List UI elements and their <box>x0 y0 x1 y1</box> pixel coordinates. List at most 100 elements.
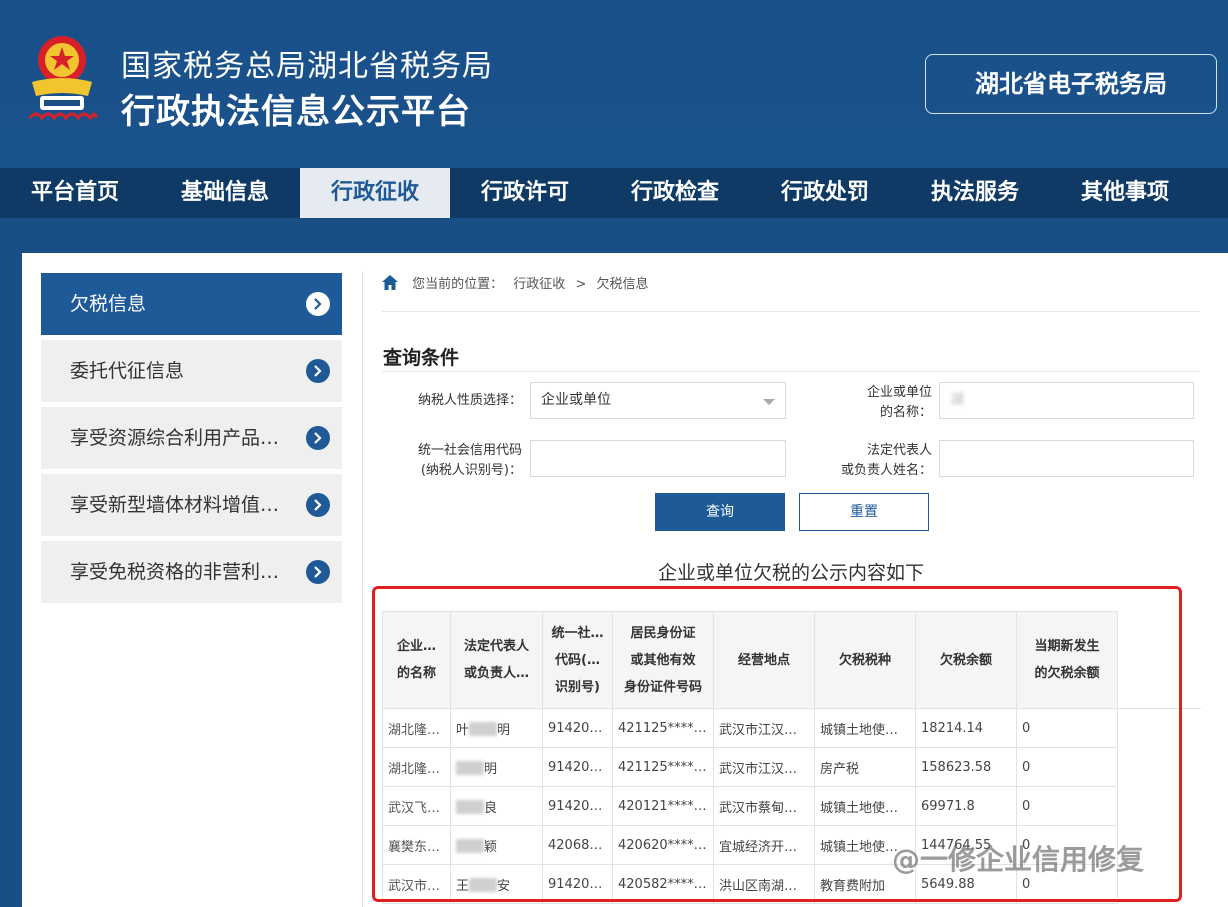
legal-rep-label: 法定代表人 或负责人姓名： <box>802 441 932 481</box>
cell-id-number: 421125****… <box>612 708 714 748</box>
sidebar-item-wall-materials[interactable]: 享受新型墙体材料增值… <box>41 474 342 536</box>
cell-address: 宜城经济开… <box>713 825 815 865</box>
table-row[interactable]: 湖北隆… 明 91420… 421125****… 武汉市江汉… 房产税 158… <box>382 747 1201 787</box>
cell-company-name: 湖北隆… <box>382 747 451 787</box>
nav-item-admin-inspection[interactable]: 行政检查 <box>600 168 750 218</box>
table-row[interactable]: 武汉飞… 良 91420… 420121****… 武汉市蔡甸… 城镇土地使… … <box>382 786 1201 826</box>
cell-company-name: 武汉飞… <box>382 786 451 826</box>
col-header-legal-rep: 法定代表人 或负责人… <box>450 611 543 709</box>
divider <box>382 371 1200 372</box>
company-name-label-line2: 的名称： <box>879 405 932 420</box>
chevron-right-icon <box>306 560 330 584</box>
cell-credit-code: 91420… <box>542 864 613 904</box>
sidebar-item-label: 享受新型墙体材料增值… <box>70 494 280 516</box>
reset-button[interactable]: 重置 <box>799 493 929 531</box>
home-icon[interactable] <box>382 275 398 290</box>
breadcrumb-item-admin-levy[interactable]: 行政征收 <box>513 277 565 292</box>
taxpayer-type-select[interactable]: 企业或单位 <box>530 382 786 419</box>
tax-emblem-icon <box>28 36 98 121</box>
credit-code-label-line1: 统一社会信用代码 <box>417 443 522 458</box>
company-name-label-line1: 企业或单位 <box>866 385 932 400</box>
cell-legal-rep: 良 <box>450 786 543 826</box>
sidebar-item-label: 欠税信息 <box>70 293 147 315</box>
cell-tax-type: 城镇土地使… <box>814 786 916 826</box>
caret-down-icon <box>763 399 775 405</box>
platform-title: 行政执法信息公示平台 <box>121 92 471 132</box>
col-header-tax-type: 欠税税种 <box>814 611 916 709</box>
legal-rep-input[interactable] <box>939 440 1194 477</box>
content-panel: 欠税信息 委托代征信息 享受资源综合利用产品… 享受新型墙体材料增值… 享受免税… <box>22 253 1228 907</box>
cell-arrears-balance: 158623.58 <box>915 747 1017 787</box>
site-header: 国家税务总局湖北省税务局 行政执法信息公示平台 湖北省电子税务局 <box>0 0 1228 168</box>
cell-legal-rep: 明 <box>450 747 543 787</box>
company-name-value: 湖 <box>950 392 964 408</box>
chevron-right-icon <box>306 426 330 450</box>
sidebar-item-label: 享受免税资格的非营利… <box>70 561 280 583</box>
credit-code-label-line2: (纳税人识别号)： <box>420 463 522 478</box>
cell-address: 武汉市蔡甸… <box>713 786 815 826</box>
cell-arrears-balance: 69971.8 <box>915 786 1017 826</box>
credit-code-label: 统一社会信用代码 (纳税人识别号)： <box>382 441 522 481</box>
cell-new-arrears: 0 <box>1016 708 1118 748</box>
nav-item-admin-penalty[interactable]: 行政处罚 <box>750 168 900 218</box>
cell-company-name: 武汉市… <box>382 864 451 904</box>
col-header-business-address: 经营地点 <box>713 611 815 709</box>
chevron-right-icon <box>306 493 330 517</box>
nav-item-enforcement-service[interactable]: 执法服务 <box>900 168 1050 218</box>
legal-rep-label-line2: 或负责人姓名： <box>840 463 932 478</box>
nav-item-admin-license[interactable]: 行政许可 <box>450 168 600 218</box>
chevron-right-icon <box>306 359 330 383</box>
company-name-label: 企业或单位 的名称： <box>802 383 932 423</box>
sidebar-item-tax-arrears[interactable]: 欠税信息 <box>41 273 342 335</box>
nav-item-basic-info[interactable]: 基础信息 <box>150 168 300 218</box>
divider <box>362 271 363 907</box>
cell-id-number: 420620****… <box>612 825 714 865</box>
cell-tax-type: 城镇土地使… <box>814 708 916 748</box>
legal-rep-label-line1: 法定代表人 <box>866 443 932 458</box>
sidebar-item-resource-utilization[interactable]: 享受资源综合利用产品… <box>41 407 342 469</box>
col-header-empty <box>1117 611 1201 709</box>
taxpayer-type-label: 纳税人性质选择： <box>417 393 522 408</box>
col-header-company-name: 企业… 的名称 <box>382 611 451 709</box>
col-header-new-arrears: 当期新发生 的欠税余额 <box>1016 611 1118 709</box>
table-row[interactable]: 湖北隆… 叶明 91420… 421125****… 武汉市江汉… 城镇土地使…… <box>382 708 1201 748</box>
chevron-right-icon <box>306 292 330 316</box>
nav-item-admin-levy[interactable]: 行政征收 <box>300 168 450 218</box>
cell-address: 武汉市江汉… <box>713 708 815 748</box>
cell-credit-code: 42068… <box>542 825 613 865</box>
cell-legal-rep: 王安 <box>450 864 543 904</box>
sidebar-item-label: 委托代征信息 <box>70 360 185 382</box>
cell-address: 武汉市江汉… <box>713 747 815 787</box>
nav-item-other-matters[interactable]: 其他事项 <box>1050 168 1200 218</box>
cell-new-arrears: 0 <box>1016 747 1118 787</box>
sidebar-item-nonprofit-exempt[interactable]: 享受免税资格的非营利… <box>41 541 342 603</box>
divider <box>382 311 1200 312</box>
cell-legal-rep: 颖 <box>450 825 543 865</box>
sidebar-item-label: 享受资源综合利用产品… <box>70 427 280 449</box>
sidebar-item-entrusted-collection[interactable]: 委托代征信息 <box>41 340 342 402</box>
cell-company-name: 湖北隆… <box>382 708 451 748</box>
breadcrumb-item-tax-arrears[interactable]: 欠税信息 <box>597 277 649 292</box>
cell-id-number: 421125****… <box>612 747 714 787</box>
nav-item-home[interactable]: 平台首页 <box>0 168 150 218</box>
e-tax-bureau-button[interactable]: 湖北省电子税务局 <box>925 54 1217 114</box>
company-name-input[interactable]: 湖 <box>939 382 1194 419</box>
main-nav: 平台首页 基础信息 行政征收 行政许可 行政检查 行政处罚 执法服务 其他事项 <box>0 168 1228 218</box>
cell-arrears-balance: 18214.14 <box>915 708 1017 748</box>
table-header-row: 企业… 的名称 法定代表人 或负责人… 统一社… 代码(… 识别号) 居民身份证 或其他有… <box>382 611 1201 709</box>
cell-address: 洪山区南湖… <box>713 864 815 904</box>
cell-credit-code: 91420… <box>542 786 613 826</box>
search-button[interactable]: 查询 <box>655 493 785 531</box>
cell-credit-code: 91420… <box>542 747 613 787</box>
credit-code-input[interactable] <box>530 440 786 477</box>
org-title: 国家税务总局湖北省税务局 <box>121 49 493 84</box>
breadcrumb-separator: > <box>575 277 587 292</box>
col-header-arrears-balance: 欠税余额 <box>915 611 1017 709</box>
breadcrumb-prefix: 您当前的位置： <box>412 277 504 292</box>
cell-credit-code: 91420… <box>542 708 613 748</box>
cell-company-name: 襄樊东… <box>382 825 451 865</box>
results-caption: 企业或单位欠税的公示内容如下 <box>657 562 924 584</box>
cell-id-number: 420121****… <box>612 786 714 826</box>
watermark-text: @一修企业信用修复 <box>892 843 1145 876</box>
cell-legal-rep: 叶明 <box>450 708 543 748</box>
